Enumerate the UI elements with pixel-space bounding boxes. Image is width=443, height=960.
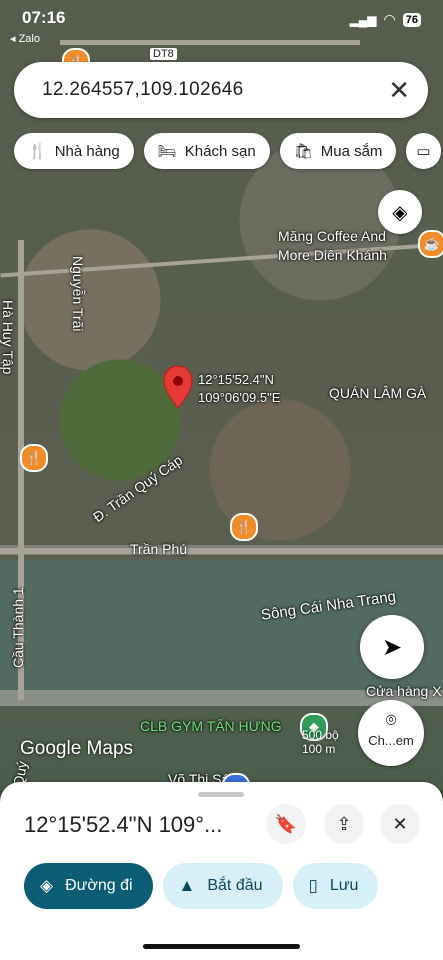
chip-more[interactable]: ▭ [406, 133, 441, 169]
cafe-icon[interactable]: ☕ [418, 230, 443, 258]
map-label-cau-thanh-1: Cầu Thành 1 [10, 587, 26, 668]
map-label-ha-huy-tap: Hà Huy Tập [0, 300, 16, 375]
save-button[interactable]: ▯ Lưu [292, 863, 379, 909]
place-title: 12°15'52.4"N 109°... [24, 812, 223, 837]
chip-label: Nhà hàng [54, 142, 120, 160]
search-input[interactable]: 12.264557,109.102646 [42, 79, 243, 101]
category-chips: 🍴 Nhà hàng 🛏 Khách sạn 🛍 Mua sắm ▭ [14, 133, 441, 169]
navigation-arrow-icon: ➤ [381, 633, 403, 661]
action-label: Lưu [329, 877, 359, 894]
status-icons: ▂▄▆ ◠ 76 [350, 11, 421, 28]
fork-knife-icon: 🍴 [28, 143, 47, 160]
map-label-cua-hang[interactable]: Cửa hàng X [366, 683, 442, 699]
road-tran-phu [0, 548, 443, 554]
battery-icon: 76 [402, 12, 421, 27]
map-label-tran-phu: Trần Phú [130, 541, 188, 557]
action-label: Bắt đầu [207, 877, 263, 894]
search-bar[interactable]: 12.264557,109.102646 ✕ [14, 62, 428, 118]
pin-latitude: 12°15'52.4"N [198, 372, 274, 387]
chip-label: Mua sắm [320, 142, 383, 160]
scale-bottom-label: 100 m [302, 742, 336, 756]
tv-icon: ▭ [416, 143, 431, 160]
signal-icon: ▂▄▆ [349, 12, 377, 27]
action-buttons: ◈ Đường đi ▲ Bắt đầu ▯ Lưu [24, 863, 379, 909]
directions-icon: ◈ [40, 876, 54, 895]
chip-label: Khách sạn [184, 142, 256, 160]
map-label-tran-quy-cap: Đ. Trần Quý Cáp [90, 451, 186, 526]
map-label-gym[interactable]: CLB GYM TẤN HƯNG [140, 718, 282, 734]
bookmark-icon: ▯ [308, 876, 318, 895]
share-button[interactable]: ⇪ [324, 804, 364, 844]
close-button[interactable]: ✕ [380, 804, 420, 844]
home-indicator[interactable] [143, 944, 300, 949]
layers-button[interactable]: ◈ [378, 190, 422, 234]
status-bar: 07:16 ◂ Zalo ▂▄▆ ◠ 76 [0, 0, 443, 45]
status-time: 07:16 [22, 8, 66, 27]
place-bottom-sheet[interactable]: 12°15'52.4"N 109°... 🔖 ⇪ ✕ ◈ Đường đi ▲ Bắ… [0, 782, 443, 960]
restaurant-icon[interactable]: 🍴 [20, 444, 48, 472]
clear-icon[interactable]: ✕ [388, 75, 410, 106]
map-label-nguyen-trai: Nguyễn Trãi [70, 256, 86, 332]
bookmark-icon: 🔖 [274, 813, 298, 834]
pin-longitude: 109°06'09.5"E [198, 390, 281, 405]
map-label-quan-lam[interactable]: QUÁN LÂM GÀ [329, 385, 426, 401]
navigation-arrow-icon: ▲ [178, 876, 196, 895]
directions-button[interactable]: ◈ Đường đi [24, 863, 153, 909]
my-location-button[interactable]: ➤ [360, 615, 424, 679]
chip-shopping[interactable]: 🛍 Mua sắm [279, 133, 397, 169]
bed-icon: 🛏 [157, 143, 177, 160]
share-icon: ⇪ [336, 813, 352, 834]
close-icon: ✕ [392, 813, 408, 834]
road-dt8 [60, 40, 360, 45]
restaurant-icon[interactable]: 🍴 [230, 513, 258, 541]
scale-top-label: 500 bộ [302, 728, 339, 742]
layers-icon: ◈ [392, 201, 408, 224]
sheet-drag-handle[interactable] [198, 792, 244, 797]
chip-restaurants[interactable]: 🍴 Nhà hàng [14, 133, 134, 169]
start-button[interactable]: ▲ Bắt đầu [162, 863, 283, 909]
pin-coordinates-label: 12°15'52.4"N 109°06'09.5"E [198, 371, 280, 407]
shopping-bag-icon: 🛍 [293, 143, 313, 160]
chip-hotels[interactable]: 🛏 Khách sạn [143, 133, 270, 169]
google-maps-logo: Google Maps [20, 738, 134, 759]
map-label-dt8: DT8 [150, 48, 177, 60]
back-to-app-link[interactable]: ◂ Zalo [10, 32, 40, 45]
wifi-icon: ◠ [383, 11, 396, 27]
map-scale: 500 bộ 100 m [302, 728, 339, 756]
save-bookmark-button[interactable]: 🔖 [266, 804, 306, 844]
lens-label: Ch...em [368, 733, 414, 748]
lens-button[interactable]: ⌾ Ch...em [358, 700, 424, 766]
action-label: Đường đi [65, 877, 133, 894]
camera-search-icon: ⌾ [385, 710, 397, 730]
location-pin-icon[interactable] [163, 365, 193, 409]
